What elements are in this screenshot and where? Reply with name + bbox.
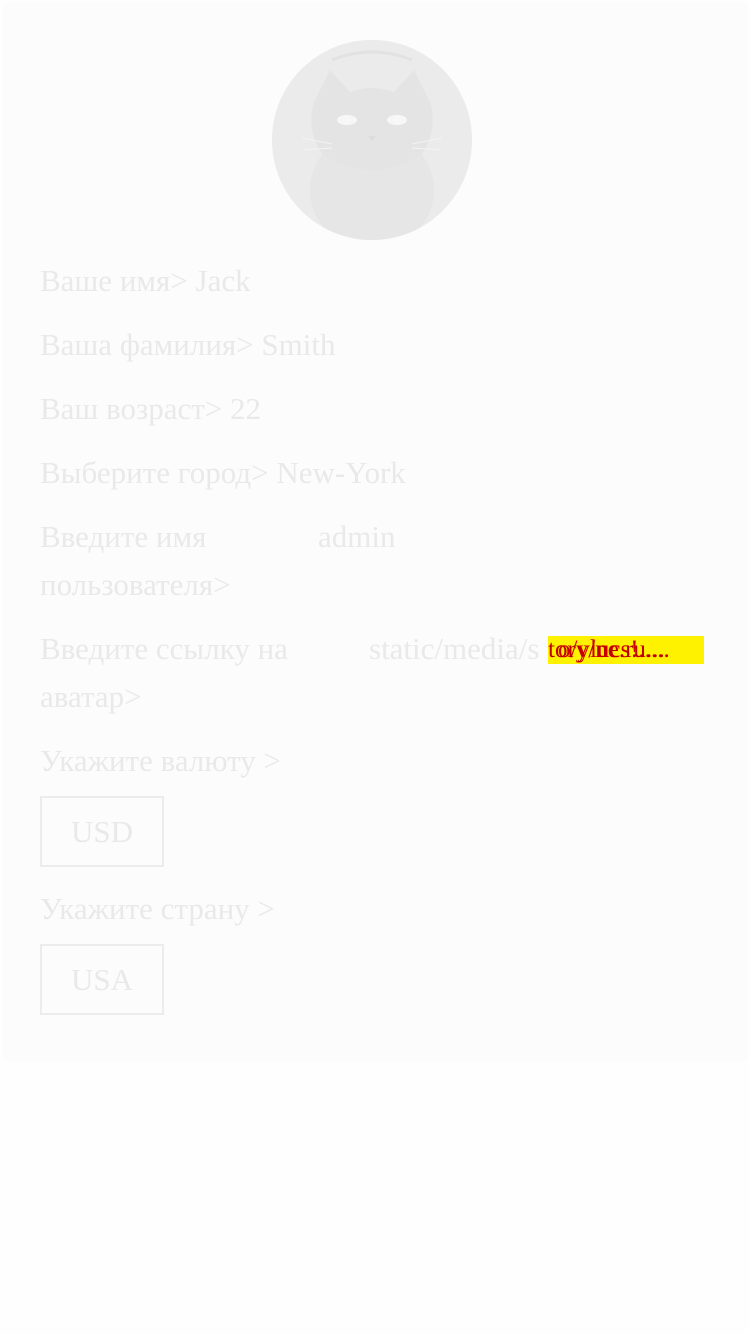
city-row: Выберите город> New-York	[40, 449, 406, 497]
city-value[interactable]: New-York	[276, 449, 405, 497]
currency-select[interactable]: USD	[40, 796, 164, 867]
first-name-row: Ваше имя> Jack	[40, 257, 251, 305]
first-name-value[interactable]: Jack	[196, 257, 251, 305]
username-row: Введите имя пользователя> admin	[40, 513, 700, 609]
age-label: Ваш возраст>	[40, 391, 223, 426]
cat-avatar-icon	[272, 40, 472, 240]
city-label: Выберите город>	[40, 455, 269, 490]
avatar[interactable]	[272, 40, 472, 240]
country-select[interactable]: USA	[40, 944, 164, 1015]
last-name-value[interactable]: Smith	[261, 321, 335, 369]
avatar-link-label: Введите ссылку на аватар>	[40, 631, 288, 714]
username-label: Введите имя пользователя>	[40, 519, 231, 602]
last-name-label: Ваша фамилия>	[40, 327, 254, 362]
country-row: Укажите страну >	[40, 885, 275, 933]
avatar-link-overflow: o/ylucs!..... tory/ne.ru...	[548, 635, 670, 665]
avatar-link-overflow-a: tory/ne.ru...	[548, 636, 665, 663]
avatar-link-value[interactable]: static/media/s	[369, 625, 539, 673]
age-value[interactable]: 22	[230, 385, 261, 433]
currency-label: Укажите валюту >	[40, 743, 281, 778]
first-name-label: Ваше имя>	[40, 263, 188, 298]
age-row: Ваш возраст> 22	[40, 385, 261, 433]
country-label: Укажите страну >	[40, 891, 275, 926]
last-name-row: Ваша фамилия> Smith	[40, 321, 336, 369]
currency-row: Укажите валюту >	[40, 737, 281, 785]
username-value[interactable]: admin	[318, 513, 396, 561]
